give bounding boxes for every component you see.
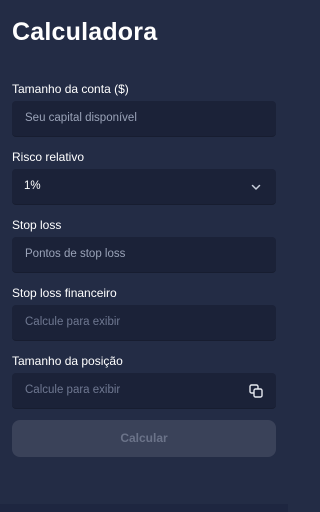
chevron-down-icon	[251, 184, 261, 190]
calculate-button-label: Calcular	[120, 431, 168, 445]
stop-loss-label: Stop loss	[12, 218, 62, 232]
risk-selected-value: 1%	[24, 180, 41, 192]
position-size-placeholder: Calcule para exibir	[25, 384, 121, 396]
stop-loss-financial-placeholder: Calcule para exibir	[25, 316, 121, 328]
calculate-button[interactable]: Calcular	[12, 420, 276, 457]
account-size-placeholder: Seu capital disponível	[25, 112, 137, 124]
copy-icon[interactable]	[248, 383, 264, 399]
risk-label: Risco relativo	[12, 150, 85, 164]
stop-loss-financial-label: Stop loss financeiro	[12, 286, 117, 300]
bottom-divider	[0, 504, 288, 512]
stop-loss-input[interactable]: Pontos de stop loss	[12, 237, 276, 273]
risk-select[interactable]: 1%	[12, 169, 276, 205]
page-title: Calculadora	[12, 18, 158, 46]
account-size-label: Tamanho da conta ($)	[12, 82, 129, 96]
account-size-input[interactable]: Seu capital disponível	[12, 101, 276, 137]
position-size-field: Calcule para exibir	[12, 373, 276, 409]
stop-loss-placeholder: Pontos de stop loss	[25, 248, 126, 260]
stop-loss-financial-field: Calcule para exibir	[12, 305, 276, 341]
position-size-label: Tamanho da posição	[12, 354, 123, 368]
